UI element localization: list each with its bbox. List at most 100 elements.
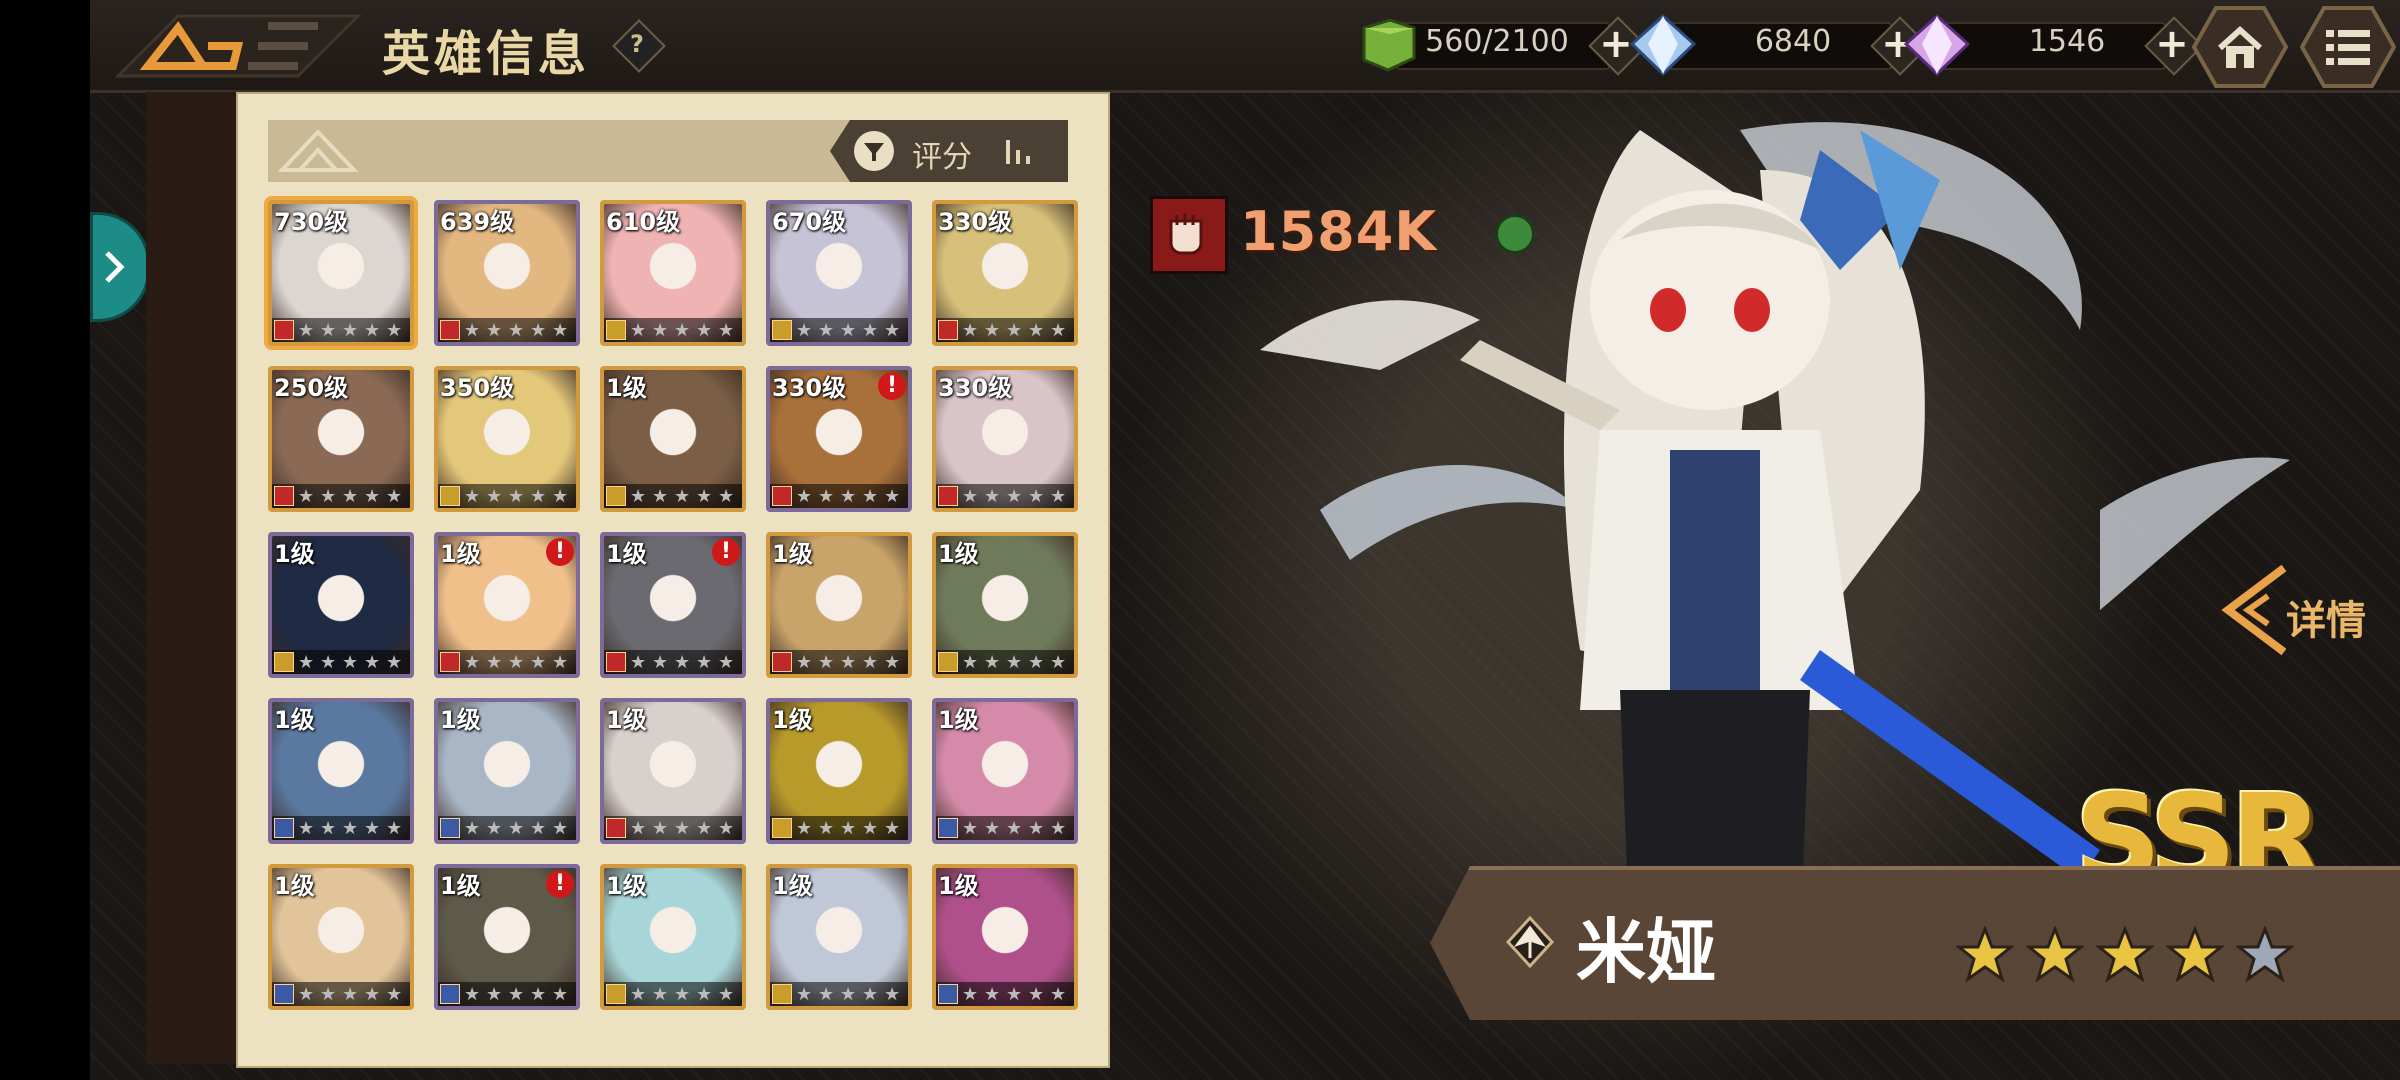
star-icon: ★ <box>1050 984 1067 1005</box>
star-icon: ★ <box>630 486 647 507</box>
hero-level: 1级 <box>772 540 813 568</box>
help-button[interactable]: ? <box>612 19 666 73</box>
hero-card[interactable]: 1级 ★ ★ ★ ★ ★ <box>600 698 746 844</box>
alert-icon: ! <box>546 538 574 566</box>
filter-icon <box>854 131 894 171</box>
app: 英雄信息 ? 560/2100 + 6840 + 1546 + 评分 730级 … <box>90 0 2400 1080</box>
star-icon: ★ <box>818 486 835 507</box>
star-icon: ★ <box>718 320 735 341</box>
star-icon: ★ <box>862 818 879 839</box>
class-icon <box>772 818 792 838</box>
star-icon: ★ <box>364 652 381 673</box>
alert-icon: ! <box>712 538 740 566</box>
details-button[interactable]: 详情 <box>2218 560 2388 660</box>
star-icon: ★ <box>796 818 813 839</box>
hero-card[interactable]: 1级 ★ ★ ★ ★ ★! <box>434 864 580 1010</box>
class-icon <box>938 652 958 672</box>
star-icon: ★ <box>298 818 315 839</box>
diamond-value: 6840 <box>1754 24 1832 59</box>
hero-card[interactable]: 1级 ★ ★ ★ ★ ★ <box>766 532 912 678</box>
expand-sidebar-button[interactable] <box>90 212 150 322</box>
hero-card[interactable]: 610级 ★ ★ ★ ★ ★ <box>600 200 746 346</box>
star-icon: ★ <box>364 818 381 839</box>
star-icon: ★ <box>298 320 315 341</box>
hero-level: 1级 <box>606 374 647 402</box>
menu-icon <box>2326 30 2370 65</box>
hero-card[interactable]: 1级 ★ ★ ★ ★ ★ <box>932 532 1078 678</box>
star-icon: ★ <box>884 984 901 1005</box>
star-icon: ★ <box>298 984 315 1005</box>
star-icon: ★ <box>1028 984 1045 1005</box>
star-icon: ★ <box>320 486 337 507</box>
hero-card[interactable]: 1级 ★ ★ ★ ★ ★ <box>600 864 746 1010</box>
star-icon: ★ <box>508 818 525 839</box>
hero-card[interactable]: 1级 ★ ★ ★ ★ ★ <box>932 698 1078 844</box>
home-button[interactable] <box>2192 6 2288 88</box>
hero-card[interactable]: 330级 ★ ★ ★ ★ ★ <box>932 200 1078 346</box>
star-icon: ★ <box>718 486 735 507</box>
star-icon: ★ <box>486 984 503 1005</box>
star-icon: ★ <box>508 486 525 507</box>
star-icon: ★ <box>630 818 647 839</box>
star-icon: ★ <box>486 652 503 673</box>
star-icon: ★ <box>464 652 481 673</box>
star-icon: ★ <box>342 818 359 839</box>
star-icon: ★ <box>818 652 835 673</box>
star-icon: ★ <box>364 486 381 507</box>
hero-card[interactable]: 670级 ★ ★ ★ ★ ★ <box>766 200 912 346</box>
hero-level: 639级 <box>440 208 515 236</box>
class-icon <box>606 652 626 672</box>
star-icon: ★ <box>1006 818 1023 839</box>
hero-card[interactable]: 1级 ★ ★ ★ ★ ★! <box>600 532 746 678</box>
hero-card[interactable]: 1级 ★ ★ ★ ★ ★ <box>766 864 912 1010</box>
star-icon: ★ <box>962 652 979 673</box>
add-crystal-button[interactable]: + <box>2144 16 2204 76</box>
star-icon: ★ <box>962 486 979 507</box>
star-icon: ★ <box>718 818 735 839</box>
sort-button[interactable]: 评分 <box>830 120 1068 182</box>
star-icon: ★ <box>364 984 381 1005</box>
hero-card[interactable]: 639级 ★ ★ ★ ★ ★ <box>434 200 580 346</box>
hero-card[interactable]: 1级 ★ ★ ★ ★ ★ <box>268 864 414 1010</box>
star-icon: ★ <box>796 320 813 341</box>
hero-card[interactable]: 330级 ★ ★ ★ ★ ★! <box>766 366 912 512</box>
hero-card[interactable]: 1级 ★ ★ ★ ★ ★! <box>434 532 580 678</box>
hero-card[interactable]: 1级 ★ ★ ★ ★ ★ <box>932 864 1078 1010</box>
star-icon: ★ <box>630 320 647 341</box>
hero-card[interactable]: 250级 ★ ★ ★ ★ ★ <box>268 366 414 512</box>
star-icon: ★ <box>1050 652 1067 673</box>
hero-card[interactable]: 350级 ★ ★ ★ ★ ★ <box>434 366 580 512</box>
star-icon: ★ <box>696 818 713 839</box>
hero-card[interactable]: 1级 ★ ★ ★ ★ ★ <box>600 366 746 512</box>
hero-card[interactable]: 730级 ★ ★ ★ ★ ★ <box>268 200 414 346</box>
hero-level: 350级 <box>440 374 515 402</box>
class-icon <box>772 486 792 506</box>
sort-icon <box>1006 140 1030 164</box>
class-icon <box>938 320 958 340</box>
star-icon: ★ <box>674 320 691 341</box>
hero-card[interactable]: 1级 ★ ★ ★ ★ ★ <box>268 532 414 678</box>
star-icon: ★ <box>508 320 525 341</box>
hero-card[interactable]: 1级 ★ ★ ★ ★ ★ <box>766 698 912 844</box>
stamina-value: 560/2100 <box>1425 24 1569 59</box>
hero-card[interactable]: 330级 ★ ★ ★ ★ ★ <box>932 366 1078 512</box>
hero-level: 1级 <box>274 872 315 900</box>
top-bar: 英雄信息 ? 560/2100 + 6840 + 1546 + <box>90 0 2400 93</box>
star-icon: ★ <box>552 984 569 1005</box>
star-icon: ★ <box>818 320 835 341</box>
star-icon: ★ <box>1006 652 1023 673</box>
star-icon: ★ <box>298 486 315 507</box>
hero-card[interactable]: 1级 ★ ★ ★ ★ ★ <box>268 698 414 844</box>
hero-level: 1级 <box>440 872 481 900</box>
blue-crystal-icon <box>1629 14 1697 76</box>
star-icon: ★ <box>796 984 813 1005</box>
star-icon: ★ <box>696 984 713 1005</box>
star-icon: ★ <box>320 652 337 673</box>
star-icon: ★ <box>464 486 481 507</box>
menu-button[interactable] <box>2300 6 2396 88</box>
star-icon: ★ <box>962 320 979 341</box>
hero-card[interactable]: 1级 ★ ★ ★ ★ ★ <box>434 698 580 844</box>
star-icon: ★ <box>984 320 1001 341</box>
star-icon: ★ <box>796 486 813 507</box>
hero-level: 1级 <box>440 540 481 568</box>
